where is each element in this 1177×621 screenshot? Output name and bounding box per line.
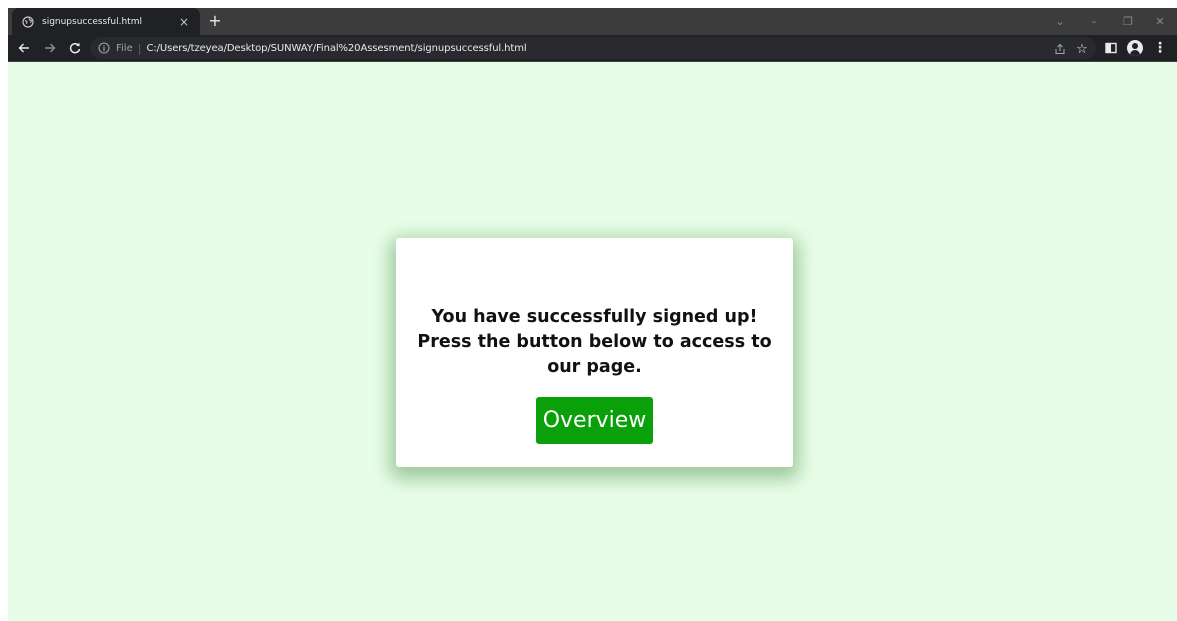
profile-button[interactable] xyxy=(1126,39,1144,57)
message-line-2: Press the button below to access to xyxy=(417,332,772,352)
tab-title: signupsuccessful.html xyxy=(42,16,142,27)
browser-toolbar: File | C:/Users/tzeyea/Desktop/SUNWAY/Fi… xyxy=(8,35,1177,61)
tab-signupsuccessful[interactable]: signupsuccessful.html × xyxy=(12,8,200,35)
tab-search-icon[interactable]: ⌄ xyxy=(1043,8,1077,35)
browser-window: signupsuccessful.html × + ⌄ – ❐ ✕ File |… xyxy=(8,8,1177,621)
scheme-label: File xyxy=(116,42,133,54)
back-button[interactable] xyxy=(15,39,33,57)
url-text[interactable]: C:/Users/tzeyea/Desktop/SUNWAY/Final%20A… xyxy=(146,43,526,54)
tab-close-icon[interactable]: × xyxy=(176,14,192,30)
forward-arrow-icon xyxy=(45,43,56,53)
share-icon[interactable] xyxy=(1052,41,1068,57)
kebab-menu-icon[interactable]: ⋮ xyxy=(1151,39,1169,57)
minimize-icon[interactable]: – xyxy=(1077,8,1111,35)
back-arrow-icon xyxy=(18,43,29,53)
close-window-icon[interactable]: ✕ xyxy=(1143,8,1177,35)
overview-button[interactable]: Overview xyxy=(535,397,654,444)
page-viewport: You have successfully signed up! Press t… xyxy=(8,62,1177,621)
signup-success-card: You have successfully signed up! Press t… xyxy=(396,238,793,467)
message-line-1: You have successfully signed up! xyxy=(431,307,758,327)
message-line-3: our page. xyxy=(547,357,642,377)
reload-button[interactable] xyxy=(66,39,84,57)
success-message: You have successfully signed up! Press t… xyxy=(415,305,775,380)
info-icon[interactable] xyxy=(98,42,110,54)
profile-icon xyxy=(1127,40,1143,56)
reload-icon xyxy=(69,42,81,54)
star-icon[interactable]: ☆ xyxy=(1074,41,1090,57)
restore-icon[interactable]: ❐ xyxy=(1111,8,1145,35)
tab-strip: signupsuccessful.html × + ⌄ – ❐ ✕ xyxy=(8,8,1177,35)
globe-icon xyxy=(22,15,34,28)
address-separator: | xyxy=(137,41,142,55)
new-tab-button[interactable]: + xyxy=(206,12,224,30)
address-bar[interactable]: File | C:/Users/tzeyea/Desktop/SUNWAY/Fi… xyxy=(90,37,1096,59)
forward-button[interactable] xyxy=(41,39,59,57)
side-panel-icon[interactable] xyxy=(1102,39,1120,57)
